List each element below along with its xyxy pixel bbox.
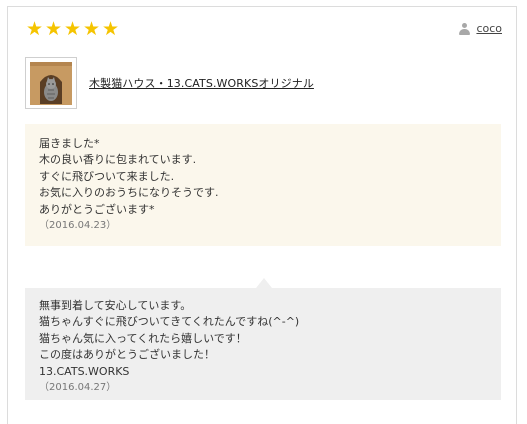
product-thumbnail[interactable] [25,57,77,109]
reviewer: coco [459,22,502,35]
review-card: ★ ★ ★ ★ ★ coco 木製猫ハウス・13.CATS.WORKSオリジナル… [7,6,517,424]
review-text-line: 木の良い香りに包まれています. [39,153,197,167]
star-icon: ★ [101,18,120,40]
user-icon [459,22,471,35]
reply-text-line: 無事到着して安心しています。 [39,299,192,312]
star-icon: ★ [63,18,82,40]
review-text-line: 届きました* [39,137,100,150]
reply-text-line: 猫ちゃんすぐに飛びついてきてくれたんですね(^-^) [39,315,300,329]
shop-reply: 無事到着して安心しています。 猫ちゃんすぐに飛びついてきてくれたんですね(^-^… [25,278,501,400]
star-icon: ★ [25,18,44,40]
star-icon: ★ [44,18,63,40]
reviewer-name-link[interactable]: coco [476,22,502,35]
reply-text-line: この度はありがとうございました！ [39,348,215,362]
star-icon: ★ [82,18,101,40]
product-info: 木製猫ハウス・13.CATS.WORKSオリジナル [25,57,314,109]
review-date: （2016.04.23） [39,220,117,232]
review-text-line: お気に入りのおうちになりそうです. [39,186,219,200]
star-rating: ★ ★ ★ ★ ★ [25,19,120,39]
reply-text-line: 猫ちゃん気に入ってくれたら嬉しいです！ [39,331,247,345]
reply-text-line: 13.CATS.WORKS [39,364,130,378]
review-body: 届きました* 木の良い香りに包まれています. すぐに飛びついて来ました. お気に… [25,124,501,246]
product-name-link[interactable]: 木製猫ハウス・13.CATS.WORKSオリジナル [89,75,314,91]
cat-house-icon [26,58,76,108]
review-text-line: ありがとうございます* [39,202,155,216]
reply-date: （2016.04.27） [39,382,117,394]
review-text-line: すぐに飛びついて来ました. [39,169,175,183]
